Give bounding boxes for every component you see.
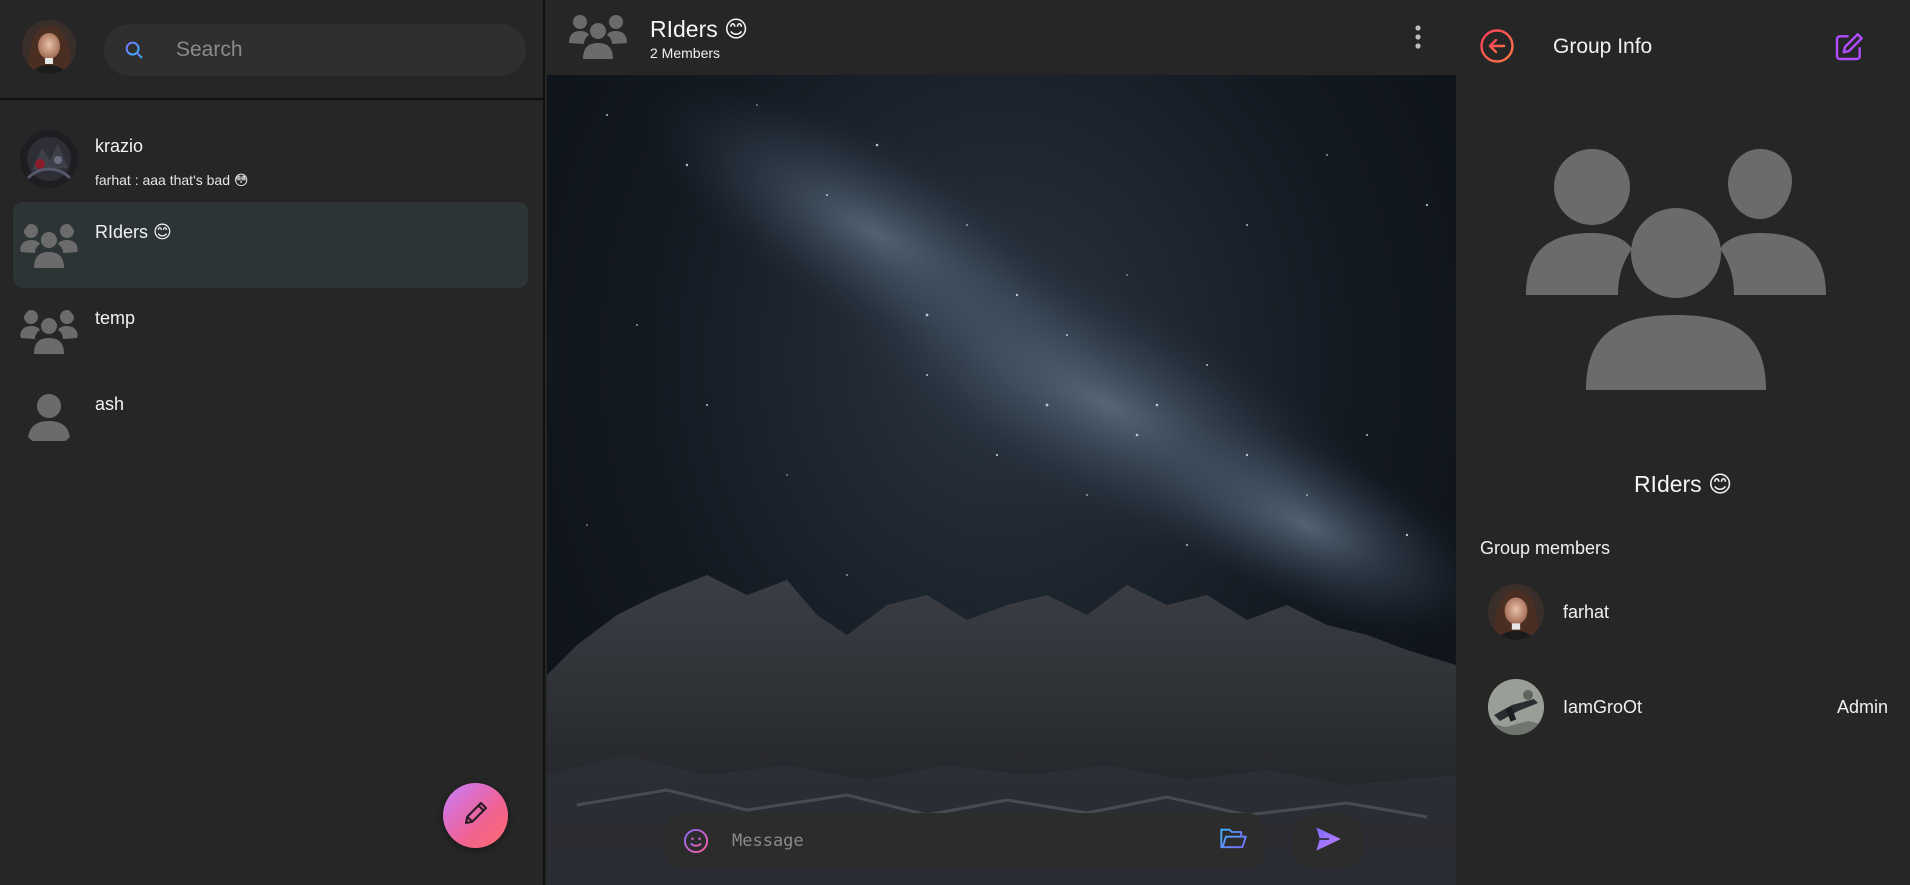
send-icon [1314, 826, 1342, 857]
more-options-icon[interactable] [1414, 24, 1422, 55]
avatar [1488, 679, 1544, 735]
group-icon [20, 302, 78, 360]
chat-name: ash [95, 394, 125, 414]
search-input[interactable] [176, 38, 496, 62]
message-composer [665, 813, 1265, 869]
search-icon [120, 36, 148, 64]
chat-header: RIders 😊 2 Members [547, 0, 1456, 75]
folder-icon[interactable] [1219, 826, 1247, 857]
night-sky-image [547, 83, 1456, 885]
member-row-farhat[interactable]: farhat [1488, 584, 1878, 644]
chat-panel: RIders 😊 2 Members [547, 0, 1456, 885]
avatar [20, 130, 78, 188]
members-heading: Group members [1480, 538, 1611, 558]
member-name: IamGroOt [1563, 697, 1643, 717]
chat-wallpaper [547, 75, 1456, 885]
avatar [1488, 584, 1544, 640]
group-icon[interactable] [569, 12, 627, 65]
chat-title[interactable]: RIders 😊 [650, 16, 748, 43]
chat-list: krazio farhat : aaa that's bad 😳 RIders … [0, 116, 545, 460]
chat-item-riders[interactable]: RIders 😊 [13, 202, 528, 288]
send-button[interactable] [1291, 813, 1365, 869]
back-arrow-icon[interactable] [1479, 28, 1515, 69]
sidebar-header [0, 0, 545, 100]
pencil-icon [461, 798, 491, 833]
my-avatar[interactable] [22, 20, 76, 74]
new-chat-button[interactable] [443, 783, 508, 848]
chat-item-temp[interactable]: temp [13, 288, 528, 374]
admin-badge: Admin [1836, 697, 1888, 717]
chat-name: temp [95, 308, 136, 328]
panel-title: Group Info [1553, 35, 1653, 58]
chat-preview: farhat : aaa that's bad 😳 [95, 172, 249, 188]
chat-item-ash[interactable]: ash [13, 374, 528, 460]
group-avatar-icon[interactable] [1526, 145, 1826, 395]
message-input[interactable] [732, 831, 1192, 851]
chat-name: RIders 😊 [95, 222, 172, 242]
chat-sidebar: krazio farhat : aaa that's bad 😳 RIders … [0, 0, 545, 885]
search-bar[interactable] [104, 24, 526, 76]
chat-name: krazio [95, 136, 144, 156]
edit-icon[interactable] [1833, 31, 1865, 68]
member-count: 2 Members [650, 45, 721, 61]
emoji-icon[interactable] [681, 826, 711, 856]
member-row-iamgroot[interactable]: IamGroOt Admin [1488, 679, 1888, 739]
chat-item-krazio[interactable]: krazio farhat : aaa that's bad 😳 [13, 116, 528, 202]
group-info-panel: Group Info RIders 😊 Group members farhat… [1456, 0, 1910, 885]
member-name: farhat [1563, 602, 1610, 622]
group-name: RIders 😊 [1633, 471, 1733, 497]
person-icon [20, 388, 78, 446]
group-icon [20, 216, 78, 274]
